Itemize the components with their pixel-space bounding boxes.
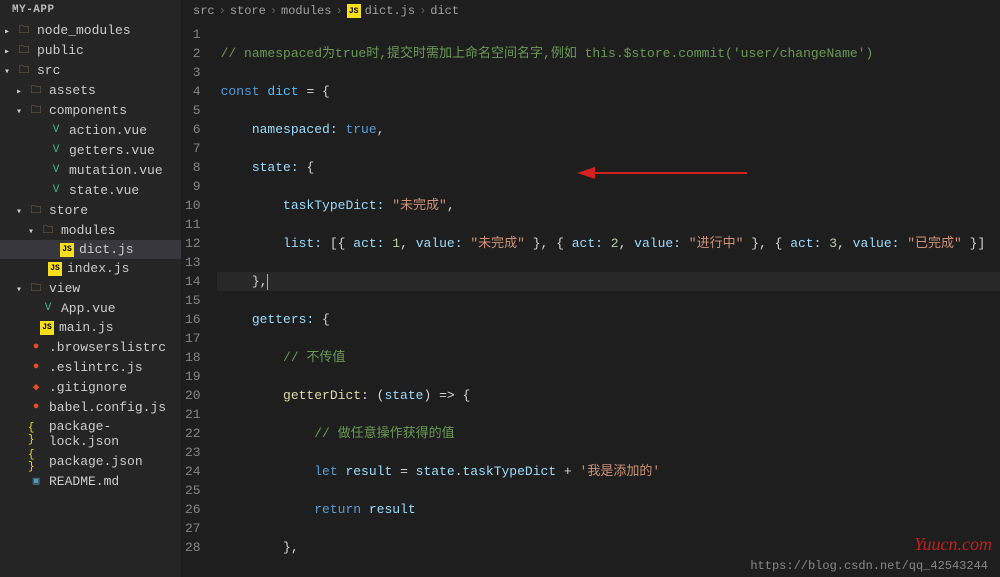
vue-icon: V <box>48 122 64 138</box>
tree-item-action-vue[interactable]: Vaction.vue <box>0 120 181 140</box>
tree-item-src[interactable]: ▾🗀src <box>0 60 181 80</box>
js-icon: JS <box>48 262 62 276</box>
tree-item--browserslistrc[interactable]: ●.browserslistrc <box>0 337 181 357</box>
circle-icon: ● <box>28 359 44 375</box>
folder-icon: 🗀 <box>28 202 44 218</box>
md-icon: ▣ <box>28 473 44 489</box>
tree-item--eslintrc-js[interactable]: ●.eslintrc.js <box>0 357 181 377</box>
tree-item-modules[interactable]: ▾🗀modules <box>0 220 181 240</box>
tree-item-babel-config-js[interactable]: ●babel.config.js <box>0 397 181 417</box>
breadcrumb-item[interactable]: modules <box>281 4 331 18</box>
tree-item-state-vue[interactable]: Vstate.vue <box>0 180 181 200</box>
tree-item-App-vue[interactable]: VApp.vue <box>0 298 181 318</box>
tree-item--gitignore[interactable]: ◆.gitignore <box>0 377 181 397</box>
tree-item-public[interactable]: ▸🗀public <box>0 40 181 60</box>
tree-item-node_modules[interactable]: ▸🗀node_modules <box>0 20 181 40</box>
folder-icon: 🗀 <box>16 22 32 38</box>
tree-item-index-js[interactable]: JSindex.js <box>0 259 181 278</box>
folder-icon: 🗀 <box>28 102 44 118</box>
folder-icon: 🗀 <box>16 42 32 58</box>
code-editor: src› store› modules› JS dict.js› dict 12… <box>181 0 1000 577</box>
breadcrumb-item[interactable]: dict <box>430 4 459 18</box>
tree-item-mutation-vue[interactable]: Vmutation.vue <box>0 160 181 180</box>
js-icon: JS <box>40 321 54 335</box>
tree-item-main-js[interactable]: JSmain.js <box>0 318 181 337</box>
vue-icon: V <box>48 162 64 178</box>
breadcrumb-item[interactable]: dict.js <box>365 4 415 18</box>
file-explorer[interactable]: MY-APP ▸🗀node_modules▸🗀public▾🗀src▸🗀asse… <box>0 0 181 577</box>
footer-url: https://blog.csdn.net/qq_42543244 <box>750 559 988 573</box>
circle-icon: ● <box>28 339 44 355</box>
line-numbers: 1234567891011121314151617181920212223242… <box>181 23 217 577</box>
tree-item-package-lock-json[interactable]: { }package-lock.json <box>0 417 181 451</box>
tree-item-store[interactable]: ▾🗀store <box>0 200 181 220</box>
git-icon: ◆ <box>28 379 44 395</box>
folder-icon: 🗀 <box>28 280 44 296</box>
tree-item-package-json[interactable]: { }package.json <box>0 451 181 471</box>
js-file-icon: JS <box>347 4 361 18</box>
vue-icon: V <box>48 142 64 158</box>
vue-icon: V <box>40 300 56 316</box>
tree-item-components[interactable]: ▾🗀components <box>0 100 181 120</box>
circle-icon: ● <box>28 399 44 415</box>
breadcrumb[interactable]: src› store› modules› JS dict.js› dict <box>181 0 1000 23</box>
folder-icon: 🗀 <box>16 62 32 78</box>
json-icon: { } <box>28 453 44 469</box>
json-icon: { } <box>28 426 44 442</box>
tree-item-assets[interactable]: ▸🗀assets <box>0 80 181 100</box>
tree-item-dict-js[interactable]: JSdict.js <box>0 240 181 259</box>
sidebar-header: MY-APP <box>0 0 181 20</box>
code-content[interactable]: // namespaced为true时,提交时需加上命名空间名字,例如 this… <box>217 23 1000 577</box>
tree-item-getters-vue[interactable]: Vgetters.vue <box>0 140 181 160</box>
folder-icon: 🗀 <box>28 82 44 98</box>
tree-item-view[interactable]: ▾🗀view <box>0 278 181 298</box>
tree-item-README-md[interactable]: ▣README.md <box>0 471 181 491</box>
watermark: Yuucn.com <box>914 534 992 555</box>
folder-icon: 🗀 <box>40 222 56 238</box>
vue-icon: V <box>48 182 64 198</box>
js-icon: JS <box>60 243 74 257</box>
breadcrumb-item[interactable]: store <box>230 4 266 18</box>
code-area[interactable]: 1234567891011121314151617181920212223242… <box>181 23 1000 577</box>
breadcrumb-item[interactable]: src <box>193 4 215 18</box>
